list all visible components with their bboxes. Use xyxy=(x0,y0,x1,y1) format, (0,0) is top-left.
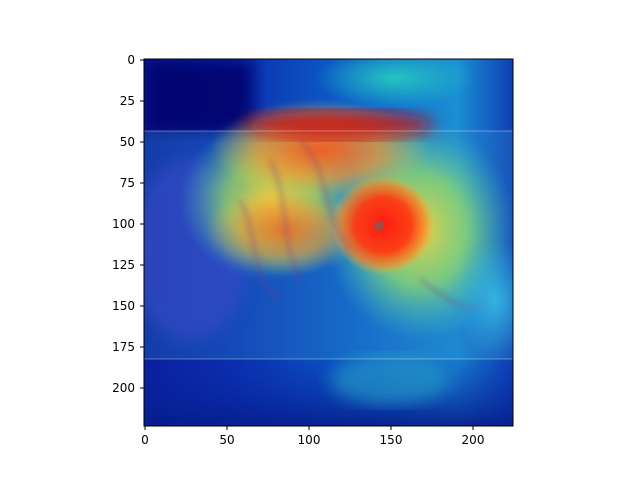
y-tick-label: 75 xyxy=(120,176,135,190)
y-axis: 0 25 50 75 100 125 150 175 200 xyxy=(112,53,144,395)
y-tick-label: 125 xyxy=(112,258,135,272)
y-tick-label: 25 xyxy=(120,94,135,108)
y-tick-label: 0 xyxy=(127,53,135,67)
x-tick-label: 50 xyxy=(219,433,234,447)
y-tick-label: 200 xyxy=(112,381,135,395)
x-axis: 0 50 100 150 200 xyxy=(141,426,484,447)
x-tick-label: 200 xyxy=(462,433,485,447)
y-tick-label: 50 xyxy=(120,135,135,149)
figure: 0 50 100 150 200 0 25 50 75 100 125 150 … xyxy=(112,53,514,447)
y-tick-label: 175 xyxy=(112,340,135,354)
heatmap-image xyxy=(144,59,513,426)
y-tick-label: 150 xyxy=(112,299,135,313)
x-tick-label: 100 xyxy=(298,433,321,447)
x-tick-label: 150 xyxy=(380,433,403,447)
x-tick-label: 0 xyxy=(141,433,149,447)
y-tick-label: 100 xyxy=(112,217,135,231)
